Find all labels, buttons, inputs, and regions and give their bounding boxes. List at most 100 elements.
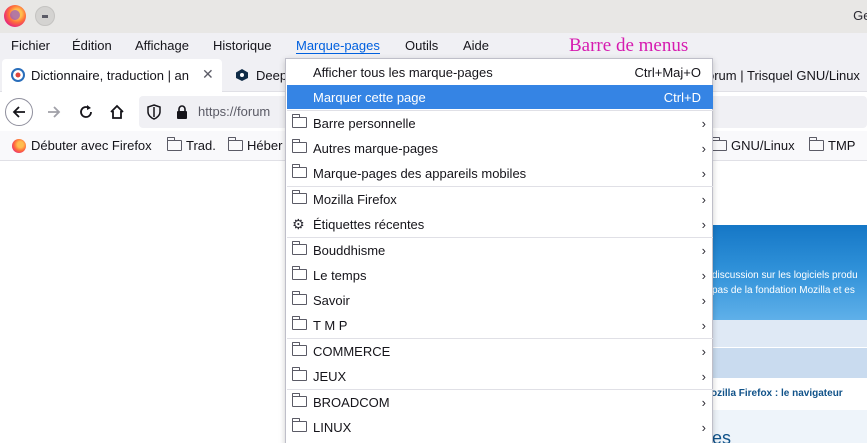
menu-item-etiquettes[interactable]: ⚙ Étiquettes récentes ›	[287, 212, 713, 236]
close-tab-icon[interactable]: ✕	[202, 66, 214, 83]
site-description-line: discussion sur les logiciels produ	[712, 270, 858, 281]
window-title: Gec	[853, 8, 867, 23]
site-description-line: pas de la fondation Mozilla et es	[712, 285, 855, 296]
bookmark-label: Trad.	[186, 138, 216, 153]
tab-label: Dictionnaire, traduction | an	[31, 68, 190, 83]
menu-item-savoir[interactable]: Savoir ›	[287, 288, 713, 312]
menu-item-broadcom[interactable]: BROADCOM ›	[287, 390, 713, 414]
bookmark-gnu-linux[interactable]: GNU/Linux	[711, 137, 795, 153]
folder-icon	[291, 266, 307, 280]
back-button[interactable]	[5, 98, 33, 126]
menu-item-label: BROADCOM	[313, 395, 390, 410]
tab-deepl[interactable]: Deep	[226, 59, 288, 92]
menu-item-label: Autres marque-pages	[313, 141, 439, 156]
folder-icon	[291, 190, 307, 204]
submenu-arrow-icon: ›	[701, 243, 706, 258]
menu-item-bouddhisme[interactable]: Bouddhisme ›	[287, 238, 713, 262]
submenu-arrow-icon: ›	[701, 369, 706, 384]
menu-item-mobiles[interactable]: Marque-pages des appareils mobiles ›	[287, 161, 713, 185]
forward-button[interactable]	[40, 98, 68, 126]
site-nav-strip	[700, 320, 867, 347]
folder-icon	[808, 137, 824, 151]
folder-icon	[291, 291, 307, 305]
shortcut-label: Ctrl+Maj+O	[634, 65, 701, 80]
deepl-favicon-icon	[236, 69, 248, 81]
menu-outils[interactable]: Outils	[405, 38, 438, 53]
menu-aide[interactable]: Aide	[463, 38, 489, 53]
submenu-arrow-icon: ›	[701, 344, 706, 359]
submenu-arrow-icon: ›	[701, 116, 706, 131]
folder-icon	[166, 137, 182, 151]
menu-item-label: Le temps	[313, 268, 367, 283]
shield-icon[interactable]	[146, 104, 162, 120]
firefox-icon	[12, 139, 26, 153]
folder-icon	[291, 139, 307, 153]
menu-item-marquer-page[interactable]: Marquer cette page Ctrl+D	[287, 85, 713, 109]
menu-item-le-temps[interactable]: Le temps ›	[287, 263, 713, 287]
bookmark-trad[interactable]: Trad.	[166, 137, 216, 153]
tab-label: Deep	[256, 68, 288, 83]
bookmark-label: TMP	[828, 138, 856, 153]
home-button[interactable]	[103, 98, 131, 126]
menu-marque-pages[interactable]: Marque-pages	[296, 38, 380, 54]
folder-icon	[291, 114, 307, 128]
bookmarks-dropdown-menu: Afficher tous les marque-pages Ctrl+Maj+…	[285, 58, 713, 443]
tab-dictionnaire[interactable]: Dictionnaire, traduction | an ✕	[2, 59, 222, 92]
forward-arrow-icon	[48, 106, 61, 118]
site-header-banner: discussion sur les logiciels produ pas d…	[700, 225, 867, 320]
menu-item-jeux[interactable]: JEUX ›	[287, 364, 713, 388]
menu-item-label: Mozilla Firefox	[313, 192, 397, 207]
bookmark-label: Débuter avec Firefox	[31, 138, 152, 153]
folder-icon	[291, 241, 307, 255]
menu-bar: Fichier Édition Affichage Historique Mar…	[0, 33, 867, 59]
home-icon	[110, 104, 124, 119]
bookmark-label: GNU/Linux	[731, 138, 795, 153]
minimize-button[interactable]	[35, 6, 55, 26]
menu-item-label: LINUX	[313, 420, 352, 435]
menu-item-tmp[interactable]: T M P ›	[287, 313, 713, 337]
menu-item-commerce[interactable]: COMMERCE ›	[287, 339, 713, 363]
gear-icon: ⚙	[292, 216, 305, 232]
lock-icon[interactable]	[175, 104, 189, 120]
folder-icon	[291, 316, 307, 330]
firefox-logo-icon	[4, 5, 26, 27]
menu-item-linux[interactable]: LINUX ›	[287, 415, 713, 439]
forum-link[interactable]: ozilla Firefox : le navigateur	[711, 388, 843, 399]
bookmark-tmp[interactable]: TMP	[808, 137, 856, 153]
menu-affichage[interactable]: Affichage	[135, 38, 189, 53]
reload-icon	[80, 105, 92, 118]
submenu-arrow-icon: ›	[701, 420, 706, 435]
menu-item-mozilla-firefox[interactable]: Mozilla Firefox ›	[287, 187, 713, 211]
bookmark-label: Héber	[247, 138, 283, 153]
tab-trisquel[interactable]: orum | Trisquel GNU/Linux	[700, 59, 867, 92]
submenu-arrow-icon: ›	[701, 166, 706, 181]
folder-icon	[291, 342, 307, 356]
url-text: https://forum	[198, 104, 271, 119]
site-nav-strip	[700, 348, 867, 378]
menu-item-label: T M P	[313, 318, 348, 333]
reload-button[interactable]	[72, 98, 100, 126]
menu-edition[interactable]: Édition	[72, 38, 112, 53]
menu-fichier[interactable]: Fichier	[11, 38, 50, 53]
menu-item-label: JEUX	[313, 369, 347, 384]
bookmark-debuter[interactable]: Débuter avec Firefox	[12, 138, 152, 153]
menu-item-afficher-tous[interactable]: Afficher tous les marque-pages Ctrl+Maj+…	[287, 60, 713, 84]
menu-item-label: Bouddhisme	[313, 243, 386, 258]
submenu-arrow-icon: ›	[701, 318, 706, 333]
bookmark-heber[interactable]: Héber	[227, 137, 283, 153]
submenu-arrow-icon: ›	[701, 192, 706, 207]
folder-icon	[227, 137, 243, 151]
menu-historique[interactable]: Historique	[213, 38, 272, 53]
title-bar: Gec	[0, 0, 867, 33]
menu-item-label: Afficher tous les marque-pages	[313, 65, 493, 80]
menu-item-autres[interactable]: Autres marque-pages ›	[287, 136, 713, 160]
folder-icon	[291, 164, 307, 178]
folder-icon	[291, 393, 307, 407]
submenu-arrow-icon: ›	[701, 268, 706, 283]
submenu-arrow-icon: ›	[701, 293, 706, 308]
folder-icon	[291, 367, 307, 381]
submenu-arrow-icon: ›	[701, 395, 706, 410]
menu-item-label: COMMERCE	[313, 344, 391, 359]
menu-item-barre-personnelle[interactable]: Barre personnelle ›	[287, 111, 713, 135]
menu-item-label: Savoir	[313, 293, 350, 308]
